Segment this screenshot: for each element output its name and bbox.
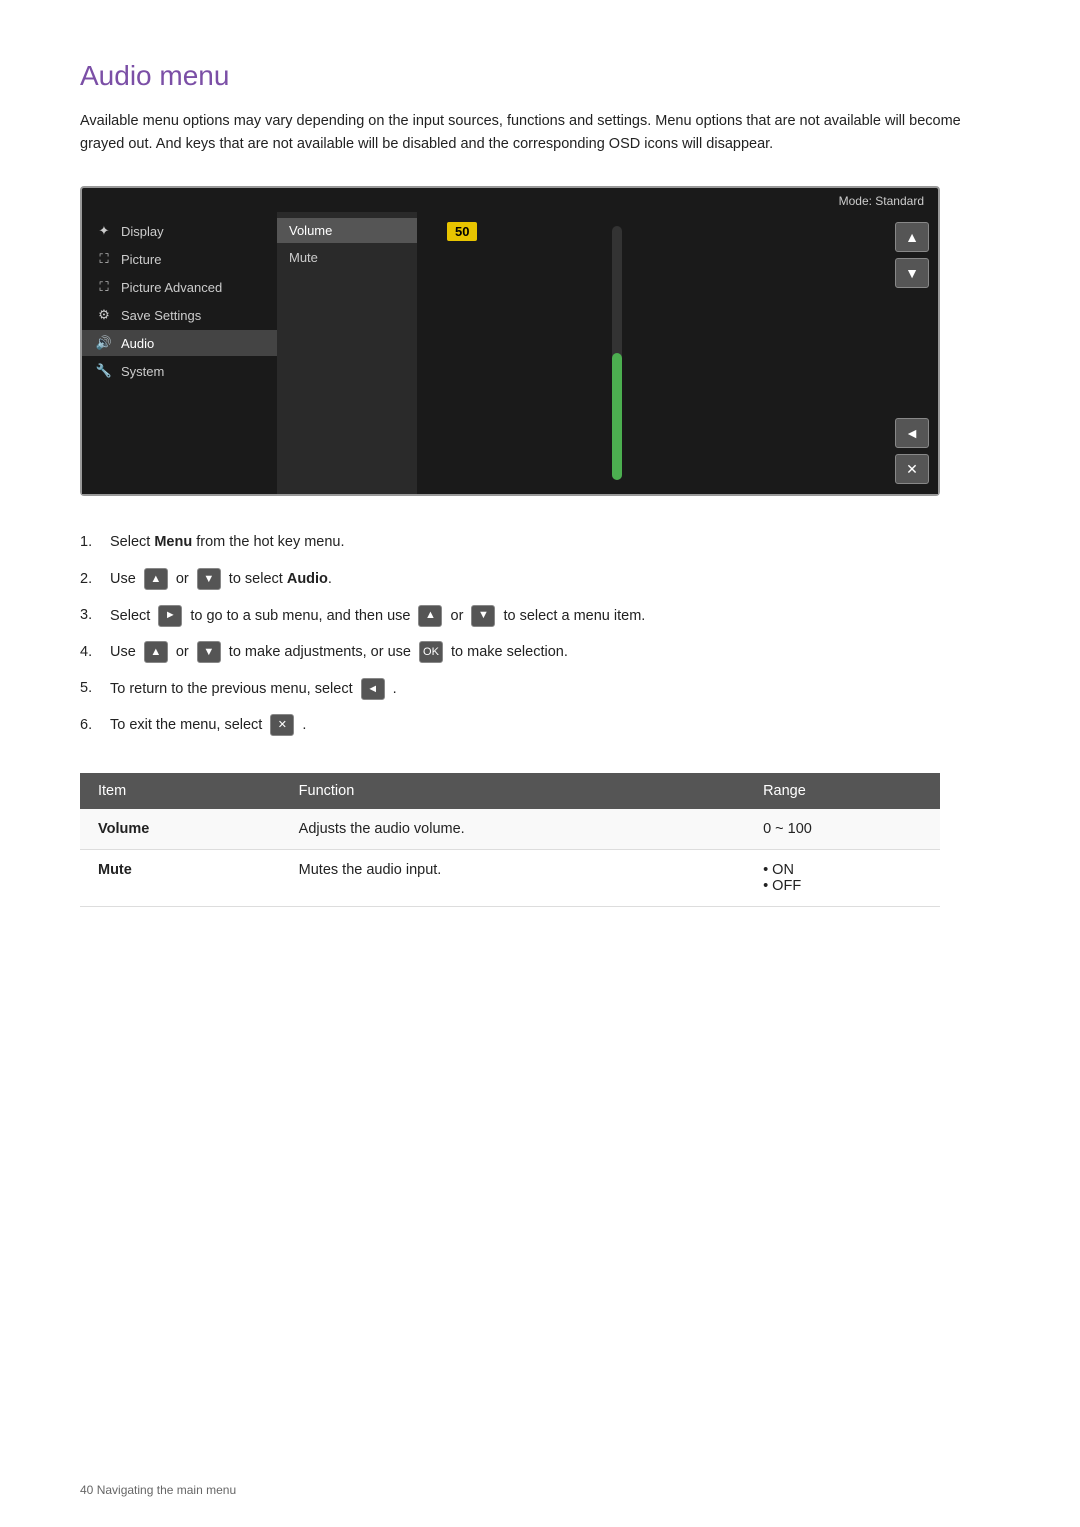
- page-number: 40: [80, 1483, 93, 1497]
- audio-icon: 🔊: [94, 335, 114, 351]
- table-header-item: Item: [80, 773, 281, 809]
- save-settings-icon: ⚙: [94, 307, 114, 323]
- table-cell-mute-range: • ON• OFF: [745, 850, 940, 907]
- table-cell-volume-range: 0 ~ 100: [745, 809, 940, 850]
- up-btn-3[interactable]: ▲: [418, 605, 442, 627]
- display-icon: ✦: [94, 223, 114, 239]
- right-btn-3[interactable]: ►: [158, 605, 182, 627]
- osd-value-area: 50: [417, 212, 557, 494]
- table-cell-mute-function: Mutes the audio input.: [281, 850, 745, 907]
- osd-btn-exit[interactable]: ✕: [895, 454, 929, 484]
- table-cell-volume-item: Volume: [80, 809, 281, 850]
- table-header-range: Range: [745, 773, 940, 809]
- ok-btn-4[interactable]: OK: [419, 641, 443, 663]
- table-cell-volume-function: Adjusts the audio volume.: [281, 809, 745, 850]
- instruction-1: 1. Select Menu from the hot key menu.: [80, 532, 1000, 554]
- osd-mode-label: Mode: Standard: [82, 188, 938, 212]
- instruction-2: 2. Use ▲ or ▼ to select Audio.: [80, 568, 1000, 591]
- osd-btn-up[interactable]: ▲: [895, 222, 929, 252]
- osd-screen: Mode: Standard ✦ Display ⛶ Picture ⛶ Pic…: [80, 186, 940, 496]
- up-btn-4[interactable]: ▲: [144, 641, 168, 663]
- osd-submenu: Volume Mute: [277, 212, 417, 494]
- osd-controls: ▲ ▼ ◄ ✕: [886, 212, 938, 494]
- osd-slider-track: [612, 226, 622, 480]
- instruction-num-2: 2.: [80, 569, 110, 591]
- picture-advanced-icon: ⛶: [94, 279, 114, 295]
- system-icon: 🔧: [94, 363, 114, 379]
- up-btn-2[interactable]: ▲: [144, 568, 168, 590]
- table-header-function: Function: [281, 773, 745, 809]
- osd-submenu-mute: Mute: [277, 245, 417, 270]
- osd-menu-display: ✦ Display: [82, 218, 277, 244]
- instructions-section: 1. Select Menu from the hot key menu. 2.…: [80, 532, 1000, 737]
- instruction-6: 6. To exit the menu, select ✕ .: [80, 714, 1000, 737]
- osd-menu-audio: 🔊 Audio: [82, 330, 277, 356]
- osd-menu-save-settings: ⚙ Save Settings: [82, 302, 277, 328]
- osd-submenu-volume: Volume: [277, 218, 417, 243]
- picture-icon: ⛶: [94, 251, 114, 267]
- osd-menu-system: 🔧 System: [82, 358, 277, 384]
- osd-menu-picture-advanced: ⛶ Picture Advanced: [82, 274, 277, 300]
- footer-section: Navigating the main menu: [97, 1483, 236, 1497]
- function-table: Item Function Range Volume Adjusts the a…: [80, 773, 940, 907]
- down-btn-4[interactable]: ▼: [197, 641, 221, 663]
- exit-btn-6[interactable]: ✕: [270, 714, 294, 736]
- instruction-num-4: 4.: [80, 642, 110, 664]
- table-row-volume: Volume Adjusts the audio volume. 0 ~ 100: [80, 809, 940, 850]
- osd-menu-picture: ⛶ Picture: [82, 246, 277, 272]
- osd-btn-down[interactable]: ▼: [895, 258, 929, 288]
- down-btn-2[interactable]: ▼: [197, 568, 221, 590]
- osd-slider-fill: [612, 353, 622, 480]
- table-cell-mute-item: Mute: [80, 850, 281, 907]
- instruction-num-3: 3.: [80, 605, 110, 627]
- osd-menu: ✦ Display ⛶ Picture ⛶ Picture Advanced ⚙…: [82, 212, 277, 494]
- instruction-5: 5. To return to the previous menu, selec…: [80, 678, 1000, 701]
- intro-paragraph: Available menu options may vary dependin…: [80, 110, 1000, 156]
- osd-value-badge: 50: [447, 222, 477, 241]
- instruction-num-1: 1.: [80, 532, 110, 554]
- instruction-4: 4. Use ▲ or ▼ to make adjustments, or us…: [80, 641, 1000, 664]
- down-btn-3[interactable]: ▼: [471, 605, 495, 627]
- back-btn-5[interactable]: ◄: [361, 678, 385, 700]
- instruction-num-6: 6.: [80, 715, 110, 737]
- table-row-mute: Mute Mutes the audio input. • ON• OFF: [80, 850, 940, 907]
- instruction-3: 3. Select ► to go to a sub menu, and the…: [80, 605, 1000, 628]
- osd-empty-area: [677, 212, 886, 494]
- page-title: Audio menu: [80, 60, 1000, 92]
- osd-slider: [557, 212, 677, 494]
- instruction-num-5: 5.: [80, 678, 110, 700]
- osd-btn-back[interactable]: ◄: [895, 418, 929, 448]
- page-footer: 40 Navigating the main menu: [80, 1483, 236, 1497]
